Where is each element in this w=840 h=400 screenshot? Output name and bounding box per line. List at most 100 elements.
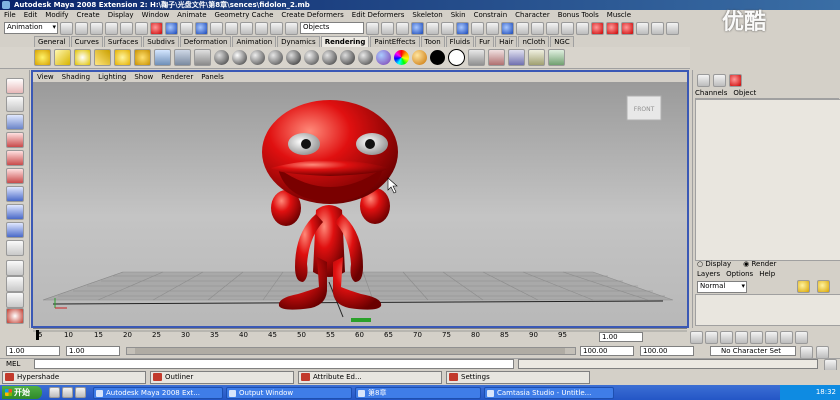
layers-menu[interactable]: Layers <box>697 270 720 280</box>
mask-misc-icon[interactable] <box>255 21 268 35</box>
shading-map-sphere-icon[interactable] <box>376 50 391 65</box>
minimized-attribute-editor[interactable]: Attribute Ed... <box>298 370 442 384</box>
current-frame-field[interactable]: 1.00 <box>599 332 643 342</box>
panel-menu-shading[interactable]: Shading <box>62 72 90 82</box>
four-view-layout-icon[interactable] <box>6 276 24 292</box>
output-ops-icon[interactable] <box>471 21 484 35</box>
select-tool-icon[interactable] <box>6 78 24 94</box>
menu-skeleton[interactable]: Skeleton <box>412 10 442 21</box>
phonge-sphere-icon[interactable] <box>268 50 283 65</box>
step-forward-icon[interactable] <box>780 330 793 344</box>
taskbar-folder[interactable]: 第8章 <box>355 386 481 399</box>
shelf-tab-painteffects[interactable]: PaintEffects <box>370 36 420 47</box>
show-tool-settings-icon[interactable] <box>651 21 664 35</box>
history-icon[interactable] <box>441 21 454 35</box>
attribute-editor-toggle-icon[interactable] <box>713 74 726 87</box>
3d-viewport[interactable]: FRONT <box>33 82 687 326</box>
range-slider-handle[interactable] <box>135 348 565 354</box>
universal-manipulator-icon[interactable] <box>6 186 24 202</box>
shelf-tab-general[interactable]: General <box>34 36 70 47</box>
options-menu[interactable]: Options <box>726 270 753 280</box>
render-frame-icon[interactable] <box>516 21 529 35</box>
shelf-tab-toon[interactable]: Toon <box>420 36 445 47</box>
snap-point-icon[interactable] <box>396 21 409 35</box>
scale-tool-icon[interactable] <box>6 168 24 184</box>
shelf-tab-ncloth[interactable]: nCloth <box>518 36 550 47</box>
snapshot-icon[interactable] <box>576 21 589 35</box>
show-channel-box-icon[interactable] <box>666 21 679 35</box>
move-tool-icon[interactable] <box>6 132 24 148</box>
render-current-frame-shelf-icon[interactable] <box>508 49 525 66</box>
play-forwards-icon[interactable] <box>750 330 763 344</box>
shelf-tab-fur[interactable]: Fur <box>475 36 495 47</box>
mask-handles-icon[interactable] <box>150 21 163 35</box>
lambert-sphere-icon[interactable] <box>214 50 229 65</box>
menu-muscle[interactable]: Muscle <box>607 10 631 21</box>
menu-create-deformers[interactable]: Create Deformers <box>281 10 343 21</box>
camera-icon[interactable] <box>154 49 171 66</box>
lasso-tool-icon[interactable] <box>6 96 24 112</box>
shelf-tab-subdivs[interactable]: Subdivs <box>143 36 179 47</box>
make-live-icon[interactable] <box>426 21 439 35</box>
layered-sphere-icon[interactable] <box>304 50 319 65</box>
shelf-tab-surfaces[interactable]: Surfaces <box>103 36 143 47</box>
shelf-tab-animation[interactable]: Animation <box>232 36 277 47</box>
menu-animate[interactable]: Animate <box>177 10 206 21</box>
batch-render-icon[interactable] <box>621 21 634 35</box>
point-light-icon[interactable] <box>74 49 91 66</box>
layer-list[interactable] <box>695 294 840 326</box>
lock-selection-icon[interactable] <box>270 21 283 35</box>
play-backwards-icon[interactable] <box>735 330 748 344</box>
render-settings-shelf-icon[interactable] <box>468 49 485 66</box>
step-back-icon[interactable] <box>705 330 718 344</box>
ambient-light-icon[interactable] <box>34 49 51 66</box>
ipr-render-icon[interactable] <box>531 21 544 35</box>
taskbar-maya[interactable]: Autodesk Maya 2008 Ext... <box>93 386 223 399</box>
panel-menu-panels[interactable]: Panels <box>201 72 224 82</box>
shelf-tab-curves[interactable]: Curves <box>70 36 103 47</box>
menu-set-dropdown[interactable]: Animation <box>4 22 58 34</box>
quick-launch-desktop-icon[interactable] <box>62 387 73 398</box>
last-tool-used-icon[interactable] <box>6 240 24 256</box>
select-object-icon[interactable] <box>120 21 133 35</box>
new-scene-icon[interactable] <box>60 21 73 35</box>
time-slider[interactable]: 5 10 15 20 25 30 35 40 45 50 55 60 65 70… <box>33 328 687 344</box>
mask-surfaces-icon[interactable] <box>195 21 208 35</box>
rotate-tool-icon[interactable] <box>6 150 24 166</box>
shelf-tab-deformation[interactable]: Deformation <box>179 36 232 47</box>
menu-constrain[interactable]: Constrain <box>474 10 508 21</box>
select-component-icon[interactable] <box>135 21 148 35</box>
step-forward-key-icon[interactable] <box>765 330 778 344</box>
spot-light-icon[interactable] <box>94 49 111 66</box>
shelf-tab-fluids[interactable]: Fluids <box>445 36 475 47</box>
shelf-tab-rendering[interactable]: Rendering <box>320 36 370 47</box>
mask-curves-icon[interactable] <box>180 21 193 35</box>
anisotropic-sphere-icon[interactable] <box>286 50 301 65</box>
menu-bonus-tools[interactable]: Bonus Tools <box>558 10 599 21</box>
ramp-texture-icon[interactable] <box>394 50 409 65</box>
mask-joints-icon[interactable] <box>165 21 178 35</box>
phong-sphere-icon[interactable] <box>250 50 265 65</box>
persp-outliner-layout-icon[interactable] <box>6 292 24 308</box>
black-shader-icon[interactable] <box>430 50 445 65</box>
hypershade-icon[interactable] <box>606 21 619 35</box>
area-light-icon[interactable] <box>114 49 131 66</box>
hypershade-shelf-icon[interactable] <box>488 49 505 66</box>
menu-file[interactable]: File <box>4 10 16 21</box>
blend-mode-dropdown[interactable]: Normal <box>697 281 747 293</box>
show-attribute-editor-icon[interactable] <box>636 21 649 35</box>
go-to-end-icon[interactable] <box>795 330 808 344</box>
selection-input-field[interactable]: Objects <box>300 22 364 34</box>
menu-display[interactable]: Display <box>108 10 134 21</box>
panel-menu-renderer[interactable]: Renderer <box>161 72 193 82</box>
single-perspective-layout-icon[interactable] <box>6 260 24 276</box>
render-settings-icon[interactable] <box>591 21 604 35</box>
batch-render-shelf-icon[interactable] <box>548 49 565 66</box>
channels-menu[interactable]: Channels <box>695 88 727 98</box>
range-slider-track[interactable] <box>126 347 576 355</box>
menu-skin[interactable]: Skin <box>451 10 466 21</box>
start-time-field[interactable]: 1.00 <box>6 346 60 356</box>
white-shader-icon[interactable] <box>448 49 465 66</box>
ramp-shader-sphere-icon[interactable] <box>322 50 337 65</box>
quick-launch-media-icon[interactable] <box>75 387 86 398</box>
